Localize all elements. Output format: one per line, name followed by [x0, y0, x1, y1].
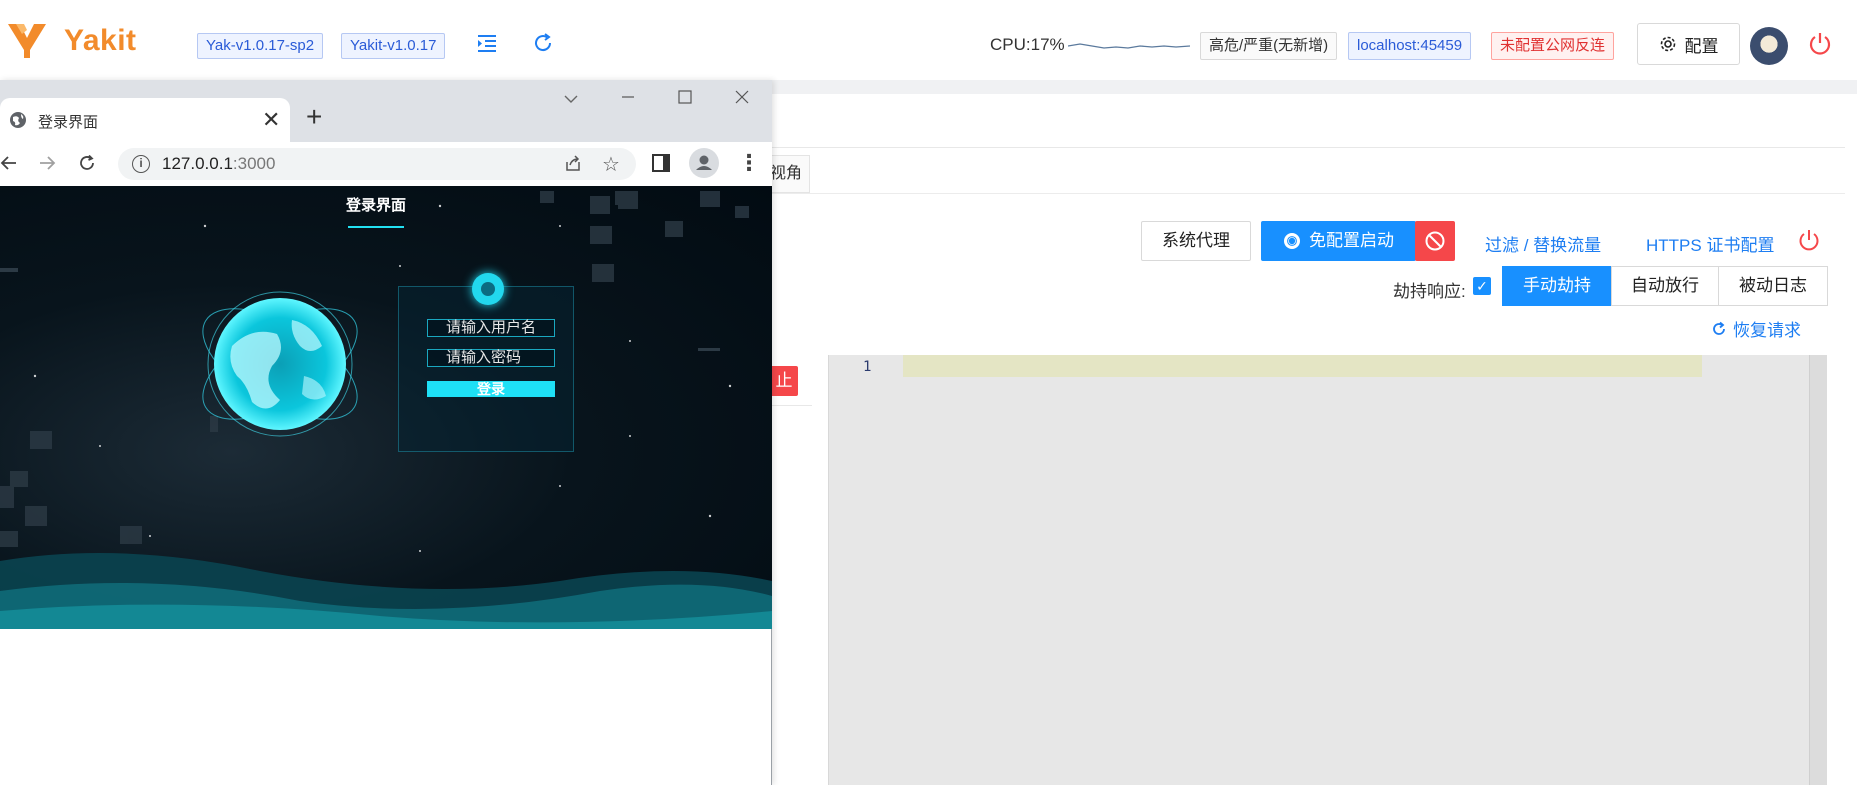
yakit-version-tag[interactable]: Yakit-v1.0.17 — [341, 33, 446, 59]
engine-host-tag[interactable]: localhost:45459 — [1348, 32, 1472, 60]
stop-hijack-button[interactable]: 止 — [770, 366, 798, 396]
back-arrow-icon[interactable] — [0, 152, 18, 178]
profile-icon[interactable] — [689, 148, 719, 178]
site-info-icon[interactable]: i — [132, 155, 150, 173]
avatar[interactable] — [1750, 27, 1788, 65]
stop-button[interactable] — [1415, 221, 1455, 261]
address-bar[interactable]: i 127.0.0.1:3000 ☆ — [118, 148, 636, 180]
yakit-logo-icon — [8, 24, 46, 58]
reverse-connection-tag[interactable]: 未配置公网反连 — [1491, 32, 1615, 60]
bookmark-star-icon[interactable]: ☆ — [602, 152, 620, 177]
browser-tab[interactable]: 登录界面 ✕ — [0, 98, 290, 142]
reload-icon[interactable] — [78, 152, 96, 178]
new-tab-icon[interactable]: + — [306, 101, 322, 133]
system-proxy-button[interactable]: 系统代理 — [1141, 221, 1251, 261]
url-host: 127.0.0.1 — [162, 154, 233, 173]
tab-manual-hijack[interactable]: 手动劫持 — [1502, 266, 1612, 306]
mitm-power-icon[interactable] — [1796, 228, 1822, 254]
editor-scrollbar[interactable] — [1809, 355, 1827, 785]
url-text: 127.0.0.1:3000 — [162, 154, 275, 174]
restore-icon — [1713, 321, 1725, 335]
free-start-label: 免配置启动 — [1309, 231, 1394, 250]
power-icon[interactable] — [1806, 30, 1834, 58]
chrome-icon — [1284, 233, 1300, 249]
browser-window: 登录界面 ✕ + i 127.0.0.1:3000 ☆ ⋮ 登录界面 请输入用户… — [0, 80, 772, 785]
restore-request-link[interactable]: 恢复请求 — [1711, 316, 1801, 341]
config-button[interactable]: 配置 — [1637, 23, 1740, 65]
restore-label: 恢复请求 — [1733, 321, 1801, 340]
tab-view[interactable]: 视角 — [770, 155, 810, 193]
minimize-icon[interactable] — [608, 84, 648, 112]
username-input[interactable]: 请输入用户名 — [427, 319, 555, 337]
left-panel-divider — [770, 405, 812, 406]
url-port: :3000 — [232, 154, 276, 173]
refresh-icon[interactable] — [529, 32, 557, 60]
current-line-highlight — [903, 355, 1702, 377]
login-button[interactable]: 登录 — [427, 381, 555, 397]
stop-icon — [1425, 231, 1445, 251]
top-bar: Yakit Yak-v1.0.17-sp2 Yakit-v1.0.17 CPU:… — [0, 0, 1857, 80]
wave-decoration — [0, 553, 772, 629]
globe-icon — [10, 112, 26, 128]
window-close-icon[interactable] — [722, 84, 762, 112]
password-input[interactable]: 请输入密码 — [427, 349, 555, 367]
forward-arrow-icon[interactable] — [38, 152, 56, 178]
page-heading: 登录界面 — [346, 197, 407, 214]
tabs-bottom-border — [770, 193, 1845, 194]
filter-replace-link[interactable]: 过滤 / 替换流量 — [1485, 231, 1601, 256]
login-card: 请输入用户名 请输入密码 登录 — [398, 273, 574, 452]
gear-icon — [1660, 36, 1675, 52]
https-cert-link[interactable]: HTTPS 证书配置 — [1646, 231, 1774, 256]
side-panel-icon[interactable] — [652, 154, 670, 172]
tab-search-chevron-icon[interactable] — [551, 84, 591, 112]
cpu-sparkline — [1068, 43, 1190, 49]
tab-passive-log[interactable]: 被动日志 — [1718, 266, 1828, 306]
config-label: 配置 — [1684, 36, 1719, 56]
yak-version-tag[interactable]: Yak-v1.0.17-sp2 — [197, 33, 324, 59]
request-editor[interactable]: 1 — [828, 355, 1827, 785]
page-viewport: 登录界面 请输入用户名 请输入密码 登录 — [0, 186, 772, 629]
free-start-button[interactable]: 免配置启动 — [1261, 221, 1416, 261]
risk-status-tag[interactable]: 高危/严重(无新增) — [1200, 32, 1338, 60]
browser-toolbar: i 127.0.0.1:3000 ☆ ⋮ — [0, 142, 772, 186]
hijack-response-label: 劫持响应: — [1393, 282, 1466, 301]
tab-title: 登录界面 — [38, 114, 99, 131]
share-icon[interactable] — [564, 154, 582, 177]
tab-auto-release[interactable]: 自动放行 — [1611, 266, 1719, 306]
login-avatar-icon — [472, 273, 504, 305]
maximize-icon[interactable] — [665, 84, 705, 112]
glowing-globe-image — [202, 291, 358, 437]
kebab-menu-icon[interactable]: ⋮ — [738, 150, 760, 176]
line-number: 1 — [863, 359, 872, 375]
tab-close-icon[interactable]: ✕ — [262, 107, 280, 133]
hijack-response-checkbox[interactable]: ✓ — [1473, 277, 1491, 295]
menu-indent-icon[interactable] — [473, 32, 501, 60]
heading-underline — [348, 226, 404, 228]
logo-text: Yakit — [64, 24, 137, 57]
tabs-top-border — [770, 147, 1845, 148]
cpu-usage-label: CPU:17% — [990, 35, 1065, 54]
